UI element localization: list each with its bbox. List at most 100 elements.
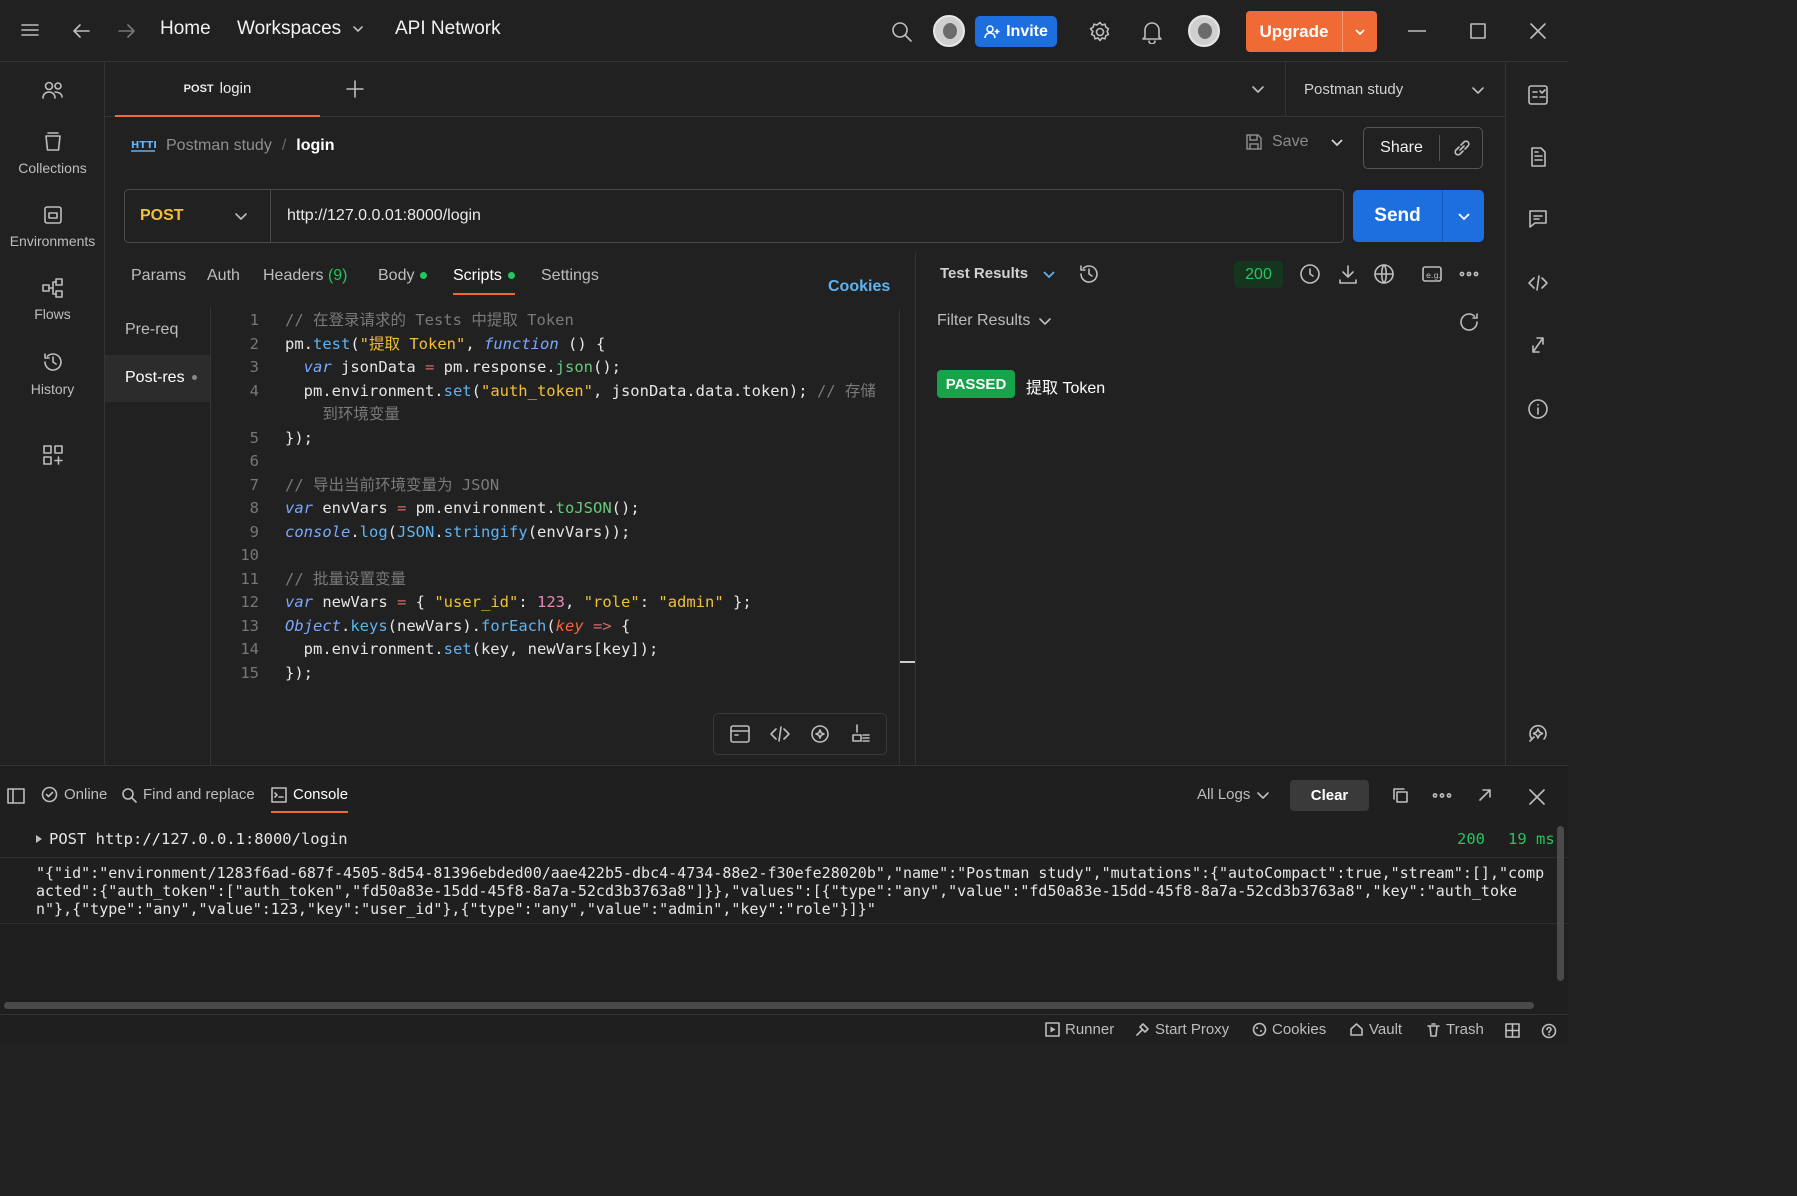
- toggle-sidebar-icon[interactable]: [7, 788, 25, 804]
- documentation-icon[interactable]: [1527, 146, 1549, 168]
- horizontal-scrollbar[interactable]: [4, 1002, 1534, 1009]
- online-status[interactable]: Online: [41, 786, 107, 803]
- find-replace-button[interactable]: Find and replace: [121, 786, 255, 803]
- team-icon-button[interactable]: [0, 80, 105, 108]
- maximize-icon[interactable]: [1470, 23, 1486, 39]
- help-icon[interactable]: [1541, 1023, 1557, 1039]
- console-panel: Online Find and replace Console All Logs…: [0, 765, 1568, 1044]
- invite-button[interactable]: Invite: [975, 16, 1057, 47]
- tab-body-label: Body: [378, 267, 415, 284]
- comments-icon[interactable]: [1527, 208, 1549, 230]
- tab-login[interactable]: POST login: [115, 62, 320, 117]
- url-input[interactable]: http://127.0.0.01:8000/login: [271, 207, 481, 225]
- log-level-select[interactable]: All Logs: [1197, 786, 1270, 803]
- console-more-icon[interactable]: [1431, 787, 1453, 804]
- gear-icon[interactable]: [1088, 20, 1112, 44]
- download-icon[interactable]: [1337, 263, 1359, 285]
- tab-scripts[interactable]: Scripts: [453, 267, 515, 295]
- chevron-down-icon[interactable]: [1353, 25, 1367, 39]
- related-collections-icon[interactable]: [1527, 334, 1549, 356]
- expand-caret-icon[interactable]: [35, 834, 43, 844]
- sidebar-item-environments[interactable]: Environments: [0, 205, 105, 249]
- breadcrumb-request[interactable]: login: [296, 137, 334, 155]
- close-console-icon[interactable]: [1529, 789, 1545, 805]
- minimize-icon[interactable]: [1408, 30, 1426, 32]
- tab-headers[interactable]: Headers (9): [263, 267, 348, 285]
- copy-icon[interactable]: [1392, 787, 1409, 804]
- save-options-chevron-icon[interactable]: [1330, 135, 1344, 149]
- tab-overflow-chevron-icon[interactable]: [1251, 82, 1265, 96]
- editor-scrollbar[interactable]: [899, 309, 916, 765]
- request-tab-bar: POST login Postman study: [105, 62, 1505, 117]
- example-icon[interactable]: e.g.: [1421, 263, 1443, 285]
- sidebar-item-label: Collections: [18, 160, 87, 176]
- pre-request-label: Pre-req: [125, 321, 179, 338]
- trash-icon: [1427, 1023, 1440, 1037]
- start-proxy-button[interactable]: Start Proxy: [1135, 1021, 1229, 1038]
- sidebar-item-history[interactable]: History: [0, 351, 105, 397]
- share-button[interactable]: Share: [1363, 127, 1483, 169]
- info-icon[interactable]: [1527, 398, 1549, 420]
- refresh-icon[interactable]: [1458, 311, 1480, 333]
- tab-settings[interactable]: Settings: [541, 267, 599, 285]
- code-line: pm.environment.set("auth_token", jsonDat…: [285, 381, 876, 400]
- ai-script-icon[interactable]: [809, 723, 831, 745]
- link-icon[interactable]: [1452, 138, 1472, 158]
- response-time-icon[interactable]: [1299, 263, 1321, 285]
- code-icon[interactable]: [1527, 272, 1549, 294]
- response-history-icon[interactable]: [1078, 263, 1100, 285]
- start-proxy-label: Start Proxy: [1155, 1021, 1230, 1038]
- trash-button[interactable]: Trash: [1426, 1021, 1484, 1038]
- network-globe-icon[interactable]: [1373, 263, 1395, 285]
- send-button[interactable]: Send: [1353, 190, 1484, 242]
- code-view-icon[interactable]: [769, 723, 791, 745]
- configure-sidebar-button[interactable]: [0, 445, 105, 473]
- filter-results-dropdown[interactable]: Filter Results: [937, 312, 1052, 330]
- nav-api-network[interactable]: API Network: [395, 18, 501, 40]
- ai-assistant-icon[interactable]: [1527, 722, 1549, 744]
- breadcrumb-collection[interactable]: Postman study: [166, 137, 272, 155]
- save-button[interactable]: Save: [1244, 132, 1344, 152]
- vertical-scrollbar[interactable]: [1557, 826, 1564, 981]
- environment-selector[interactable]: Postman study: [1285, 62, 1505, 117]
- search-icon: [122, 787, 137, 803]
- back-arrow-icon[interactable]: [70, 20, 92, 42]
- search-icon[interactable]: [890, 20, 914, 44]
- status-code-badge[interactable]: 200: [1234, 261, 1283, 288]
- upgrade-button[interactable]: Upgrade: [1246, 11, 1377, 52]
- api-details-icon[interactable]: [1527, 84, 1549, 106]
- nav-home[interactable]: Home: [160, 18, 211, 40]
- sidebar-item-flows[interactable]: Flows: [0, 278, 105, 322]
- layout-icon[interactable]: [1505, 1023, 1520, 1038]
- workspace-avatar[interactable]: [933, 15, 965, 47]
- method-select[interactable]: POST: [125, 190, 271, 242]
- cookies-link[interactable]: Cookies: [828, 278, 890, 296]
- test-results-selector[interactable]: Test Results: [940, 265, 1056, 282]
- snippets-icon[interactable]: [729, 723, 751, 745]
- online-label: Online: [64, 786, 108, 803]
- console-tab[interactable]: Console: [271, 786, 349, 813]
- add-tab-icon[interactable]: [346, 80, 364, 98]
- sidebar-item-collections[interactable]: Collections: [0, 132, 105, 176]
- more-options-icon[interactable]: [1458, 263, 1480, 285]
- code-line: // 批量设置变量: [285, 569, 406, 588]
- tab-params[interactable]: Params: [131, 267, 186, 285]
- post-response-tab[interactable]: Post-res: [105, 355, 210, 402]
- clear-button[interactable]: Clear: [1290, 780, 1369, 811]
- log-entry[interactable]: POST http://127.0.0.1:8000/login 200 19 …: [0, 822, 1568, 858]
- nav-workspaces[interactable]: Workspaces: [237, 18, 365, 40]
- tab-body[interactable]: Body: [378, 267, 428, 285]
- pop-out-icon[interactable]: [1477, 787, 1493, 803]
- runner-button[interactable]: Runner: [1045, 1021, 1114, 1038]
- menu-icon[interactable]: [20, 22, 40, 38]
- pre-request-tab[interactable]: Pre-req: [105, 307, 210, 355]
- clean-icon[interactable]: [849, 723, 871, 745]
- user-avatar[interactable]: [1188, 15, 1220, 47]
- forward-arrow-icon[interactable]: [116, 20, 138, 42]
- close-window-icon[interactable]: [1530, 23, 1546, 39]
- tab-auth[interactable]: Auth: [207, 267, 240, 285]
- vault-button[interactable]: Vault: [1349, 1021, 1402, 1038]
- cookies-button[interactable]: Cookies: [1252, 1021, 1326, 1038]
- send-options-chevron-icon[interactable]: [1457, 209, 1471, 223]
- bell-icon[interactable]: [1141, 20, 1163, 44]
